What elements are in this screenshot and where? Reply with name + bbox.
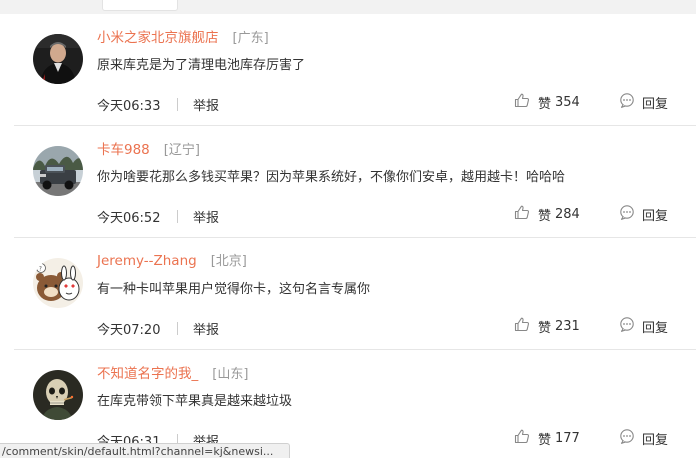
reply-button[interactable]: 回复	[619, 204, 668, 224]
like-label: 赞	[538, 208, 552, 224]
username-link[interactable]: 小米之家北京旗舰店 [广东]	[97, 26, 269, 46]
user-location: [山东]	[212, 367, 249, 382]
status-bar-url: /comment/skin/default.html?channel=kj&ne…	[0, 443, 290, 458]
username[interactable]: 卡车988	[97, 142, 150, 158]
comment-text: 原来库克是为了清理电池库存厉害了	[97, 58, 306, 73]
avatar[interactable]	[33, 34, 83, 84]
comment-text: 有一种卡叫苹果用户觉得你卡，这句名言专属你	[97, 282, 371, 297]
username[interactable]: 不知道名字的我_	[97, 366, 198, 382]
chat-bubble-icon	[619, 92, 635, 112]
like-label: 赞	[538, 432, 552, 448]
avatar[interactable]	[33, 370, 83, 420]
username-link[interactable]: 不知道名字的我_ [山东]	[97, 362, 248, 382]
reply-button[interactable]: 回复	[619, 92, 668, 112]
reply-label: 回复	[642, 96, 669, 112]
like-count: 354	[555, 94, 580, 110]
comment-time: 今天07:20	[97, 323, 161, 338]
comment-item: 小米之家北京旗舰店 [广东] 原来库克是为了清理电池库存厉害了 今天06:33 举…	[14, 14, 696, 126]
comment-text: 你为啥要花那么多钱买苹果？因为苹果系统好，不像你们安卓，越用越卡！哈哈哈	[97, 170, 566, 185]
avatar[interactable]: ?	[33, 258, 83, 308]
comment-item: 卡车988 [辽宁] 你为啥要花那么多钱买苹果？因为苹果系统好，不像你们安卓，越用…	[14, 126, 696, 238]
chat-bubble-icon	[619, 316, 635, 336]
divider	[177, 322, 178, 335]
thumbs-up-icon	[514, 205, 530, 224]
like-label: 赞	[538, 96, 552, 112]
like-button[interactable]: 赞 284	[514, 204, 580, 224]
thumbs-up-icon	[514, 317, 530, 336]
like-label: 赞	[538, 320, 552, 336]
comment-text: 在库克带领下苹果真是越来越垃圾	[97, 394, 293, 409]
like-button[interactable]: 赞 231	[514, 316, 580, 336]
like-button[interactable]: 赞 354	[514, 92, 580, 112]
reply-label: 回复	[642, 320, 669, 336]
username-link[interactable]: Jeremy--Zhang [北京]	[97, 250, 247, 269]
like-count: 177	[555, 430, 580, 446]
top-tab-strip	[0, 0, 696, 14]
username[interactable]: 小米之家北京旗舰店	[97, 30, 219, 46]
reply-label: 回复	[642, 432, 669, 448]
report-button[interactable]: 举报	[193, 95, 219, 114]
username-link[interactable]: 卡车988 [辽宁]	[97, 138, 200, 158]
user-location: [北京]	[210, 254, 247, 269]
reply-button[interactable]: 回复	[619, 316, 668, 336]
like-count: 284	[555, 206, 580, 222]
divider	[177, 98, 178, 111]
report-button[interactable]: 举报	[193, 319, 219, 338]
thumbs-up-icon	[514, 429, 530, 448]
like-count: 231	[555, 318, 580, 334]
username[interactable]: Jeremy--Zhang	[97, 253, 197, 269]
comment-list: 小米之家北京旗舰店 [广东] 原来库克是为了清理电池库存厉害了 今天06:33 举…	[14, 14, 696, 461]
chat-bubble-icon	[619, 428, 635, 448]
comment-time: 今天06:33	[97, 99, 161, 114]
top-tab[interactable]	[102, 0, 178, 11]
user-location: [广东]	[232, 31, 269, 46]
comment-time: 今天06:52	[97, 211, 161, 226]
report-button[interactable]: 举报	[193, 207, 219, 226]
avatar[interactable]	[33, 146, 83, 196]
thumbs-up-icon	[514, 93, 530, 112]
like-button[interactable]: 赞 177	[514, 428, 580, 448]
divider	[177, 210, 178, 223]
svg-text:?: ?	[39, 266, 42, 273]
chat-bubble-icon	[619, 204, 635, 224]
comment-item: ? Jeremy--Zhang [北京] 有一种卡叫苹果用户觉得你卡，这句名言专属…	[14, 238, 696, 350]
reply-label: 回复	[642, 208, 669, 224]
user-location: [辽宁]	[163, 143, 200, 158]
reply-button[interactable]: 回复	[619, 428, 668, 448]
